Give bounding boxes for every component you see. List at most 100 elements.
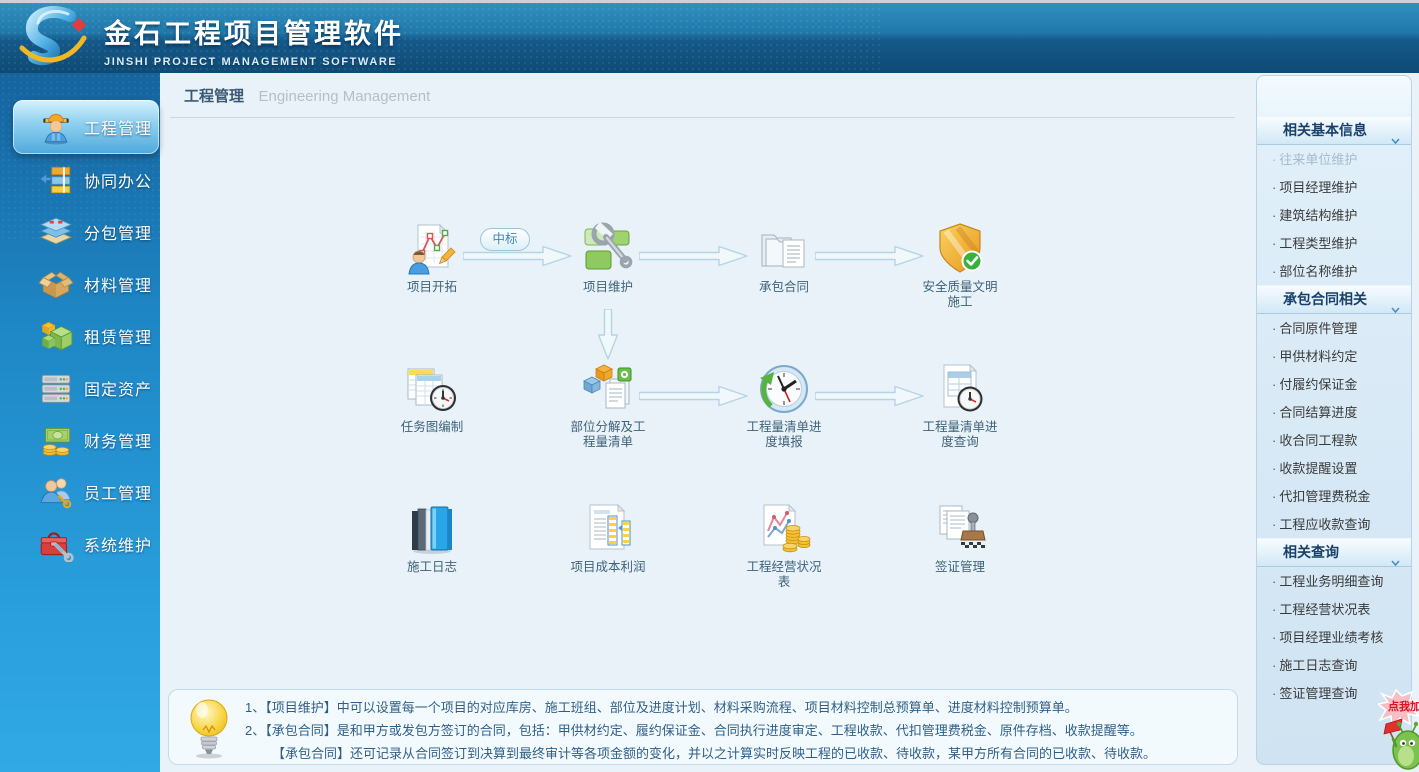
system-toolbox-icon bbox=[38, 526, 74, 563]
flow-node-visa[interactable]: 签证管理 bbox=[905, 501, 1015, 575]
tips-text: 1、【项目维护】中可以设置每一个项目的对应库房、施工班组、部位及进度计划、材料采… bbox=[245, 696, 1225, 765]
mascot-helper[interactable]: 点我加 bbox=[1376, 684, 1419, 772]
light-bulb-icon bbox=[185, 696, 233, 765]
bullet: · bbox=[1272, 574, 1277, 589]
main-content: 工程管理 Engineering Management 中标 项目开拓 项目维护… bbox=[160, 73, 1252, 772]
flow-node-label: 项目开拓 bbox=[406, 280, 457, 294]
flow-node-label: 部位分解及工程量清单 bbox=[570, 420, 646, 449]
bullet: · bbox=[1272, 208, 1277, 223]
panel-section-basic-info[interactable]: 相关基本信息 bbox=[1257, 116, 1411, 145]
bullet: · bbox=[1272, 349, 1277, 364]
bullet: · bbox=[1272, 686, 1277, 701]
panel-item-business-status-table[interactable]: · 工程经营状况表 bbox=[1257, 595, 1411, 623]
sidebar-item-lease[interactable]: 租赁管理 bbox=[0, 310, 160, 362]
flow-node-cost-profit[interactable]: 项目成本利润 bbox=[553, 501, 663, 575]
bullet: · bbox=[1272, 602, 1277, 617]
sidebar-item-staff[interactable]: 员工管理 bbox=[0, 466, 160, 518]
title-divider bbox=[170, 117, 1235, 118]
panel-item-label: 工程业务明细查询 bbox=[1279, 574, 1384, 589]
flow-node-boq-breakdown[interactable]: 部位分解及工程量清单 bbox=[553, 361, 663, 450]
sidebar-item-label: 系统维护 bbox=[84, 538, 153, 555]
construction-log-books-icon bbox=[404, 501, 460, 557]
flow-node-construction-log[interactable]: 施工日志 bbox=[377, 501, 487, 575]
panel-item-performance-bond[interactable]: · 付履约保证金 bbox=[1257, 370, 1411, 398]
bullet: · bbox=[1272, 658, 1277, 673]
bullet: · bbox=[1272, 517, 1277, 532]
page-title: 工程管理 Engineering Management bbox=[184, 85, 430, 106]
cost-profit-icon bbox=[580, 501, 636, 557]
tip-line: 【承包合同】还可记录从合同签订到决算到最终审计等各项金额的变化，并以之计算实时反… bbox=[272, 746, 1157, 761]
chevron-down-icon bbox=[1391, 127, 1400, 154]
material-box-icon bbox=[38, 266, 74, 302]
bullet: · bbox=[1272, 180, 1277, 195]
panel-item-label: 付履约保证金 bbox=[1279, 377, 1358, 392]
flow-node-project-maintenance[interactable]: 项目维护 bbox=[553, 221, 663, 295]
flow-node-label: 任务图编制 bbox=[400, 420, 464, 434]
panel-item-contract-original[interactable]: · 合同原件管理 bbox=[1257, 314, 1411, 342]
panel-item-business-detail-query[interactable]: · 工程业务明细查询 bbox=[1257, 567, 1411, 595]
panel-item-structure-maintenance[interactable]: · 建筑结构维护 bbox=[1257, 201, 1411, 229]
flow-node-progress-fill[interactable]: 工程量清单进度填报 bbox=[729, 361, 839, 450]
panel-item-log-query[interactable]: · 施工日志查询 bbox=[1257, 651, 1411, 679]
sidebar-item-label: 员工管理 bbox=[84, 486, 153, 503]
bullet: · bbox=[1272, 152, 1277, 167]
panel-item-label: 合同结算进度 bbox=[1279, 405, 1358, 420]
brand-title-zh: 金石工程项目管理软件 bbox=[104, 19, 404, 49]
panel-item-owner-supplied-material[interactable]: · 甲供材料约定 bbox=[1257, 342, 1411, 370]
flow-node-business-status[interactable]: 工程经营状况表 bbox=[729, 501, 839, 590]
progress-report-clock-icon bbox=[756, 361, 812, 417]
panel-section-queries[interactable]: 相关查询 bbox=[1257, 538, 1411, 567]
sidebar-item-assets[interactable]: 固定资产 bbox=[0, 362, 160, 414]
panel-item-label: 工程应收款查询 bbox=[1279, 517, 1371, 532]
brand-title-en: JINSHI PROJECT MANAGEMENT SOFTWARE bbox=[104, 56, 398, 68]
award-badge: 中标 bbox=[480, 228, 530, 251]
boq-breakdown-icon bbox=[580, 361, 636, 417]
sidebar: 工程管理 协同办公 分包管理 材料管理 租赁管理 固定资产 财务管理 员工管理 … bbox=[0, 73, 160, 772]
panel-section-title: 相关基本信息 bbox=[1283, 122, 1367, 138]
sidebar-item-subcontract[interactable]: 分包管理 bbox=[0, 206, 160, 258]
flow-node-safety-quality[interactable]: 安全质量文明施工 bbox=[905, 221, 1015, 310]
panel-item-payment-reminder[interactable]: · 收款提醒设置 bbox=[1257, 454, 1411, 482]
bullet: · bbox=[1272, 461, 1277, 476]
sidebar-item-label: 财务管理 bbox=[84, 434, 153, 451]
related-panel: 相关基本信息 · 往来单位维护 · 项目经理维护 · 建筑结构维护 · 工程类型维护 ·… bbox=[1256, 75, 1412, 765]
panel-item-label: 甲供材料约定 bbox=[1279, 349, 1358, 364]
panel-item-project-type-maintenance[interactable]: · 工程类型维护 bbox=[1257, 229, 1411, 257]
sidebar-item-system[interactable]: 系统维护 bbox=[0, 518, 160, 570]
panel-item-counterparty-maintenance[interactable]: · 往来单位维护 bbox=[1257, 145, 1411, 173]
visa-stamp-icon bbox=[932, 501, 988, 557]
finance-money-icon bbox=[38, 422, 74, 458]
assets-server-icon bbox=[38, 370, 74, 406]
flow-node-project-development[interactable]: 项目开拓 bbox=[377, 221, 487, 295]
panel-item-label: 建筑结构维护 bbox=[1279, 208, 1358, 223]
flow-node-progress-query[interactable]: 工程量清单进度查询 bbox=[905, 361, 1015, 450]
page-title-zh: 工程管理 bbox=[184, 88, 245, 105]
panel-section-contract[interactable]: 承包合同相关 bbox=[1257, 285, 1411, 314]
bullet: · bbox=[1272, 405, 1277, 420]
sidebar-item-material[interactable]: 材料管理 bbox=[0, 258, 160, 310]
sidebar-item-finance[interactable]: 财务管理 bbox=[0, 414, 160, 466]
safety-shield-icon bbox=[932, 221, 988, 277]
sidebar-item-office[interactable]: 协同办公 bbox=[0, 154, 160, 206]
flow-node-contract[interactable]: 承包合同 bbox=[729, 221, 839, 295]
panel-item-manager-performance[interactable]: · 项目经理业绩考核 bbox=[1257, 623, 1411, 651]
flow-node-label: 安全质量文明施工 bbox=[922, 280, 998, 309]
panel-item-contract-settlement[interactable]: · 合同结算进度 bbox=[1257, 398, 1411, 426]
chevron-down-icon bbox=[1391, 296, 1400, 323]
sidebar-item-label: 工程管理 bbox=[84, 121, 153, 138]
panel-item-project-manager-maintenance[interactable]: · 项目经理维护 bbox=[1257, 173, 1411, 201]
panel-item-receive-payment[interactable]: · 收合同工程款 bbox=[1257, 426, 1411, 454]
flow-node-task-chart[interactable]: 任务图编制 bbox=[377, 361, 487, 435]
panel-item-receivable-query[interactable]: · 工程应收款查询 bbox=[1257, 510, 1411, 538]
app-header: 金石工程项目管理软件 JINSHI PROJECT MANAGEMENT SOF… bbox=[0, 0, 1419, 73]
panel-item-part-name-maintenance[interactable]: · 部位名称维护 bbox=[1257, 257, 1411, 285]
page-title-en: Engineering Management bbox=[258, 88, 431, 105]
tips-panel: 1、【项目维护】中可以设置每一个项目的对应库房、施工班组、部位及进度计划、材料采… bbox=[168, 689, 1238, 765]
sidebar-item-engineering[interactable]: 工程管理 bbox=[13, 100, 159, 154]
panel-item-label: 合同原件管理 bbox=[1279, 321, 1358, 336]
tip-line: 1、【项目维护】中可以设置每一个项目的对应库房、施工班组、部位及进度计划、材料采… bbox=[245, 700, 1078, 715]
flow-node-label: 签证管理 bbox=[934, 560, 985, 574]
panel-item-withholding-tax[interactable]: · 代扣管理费税金 bbox=[1257, 482, 1411, 510]
sidebar-item-label: 固定资产 bbox=[84, 382, 153, 399]
panel-item-label: 施工日志查询 bbox=[1279, 658, 1358, 673]
